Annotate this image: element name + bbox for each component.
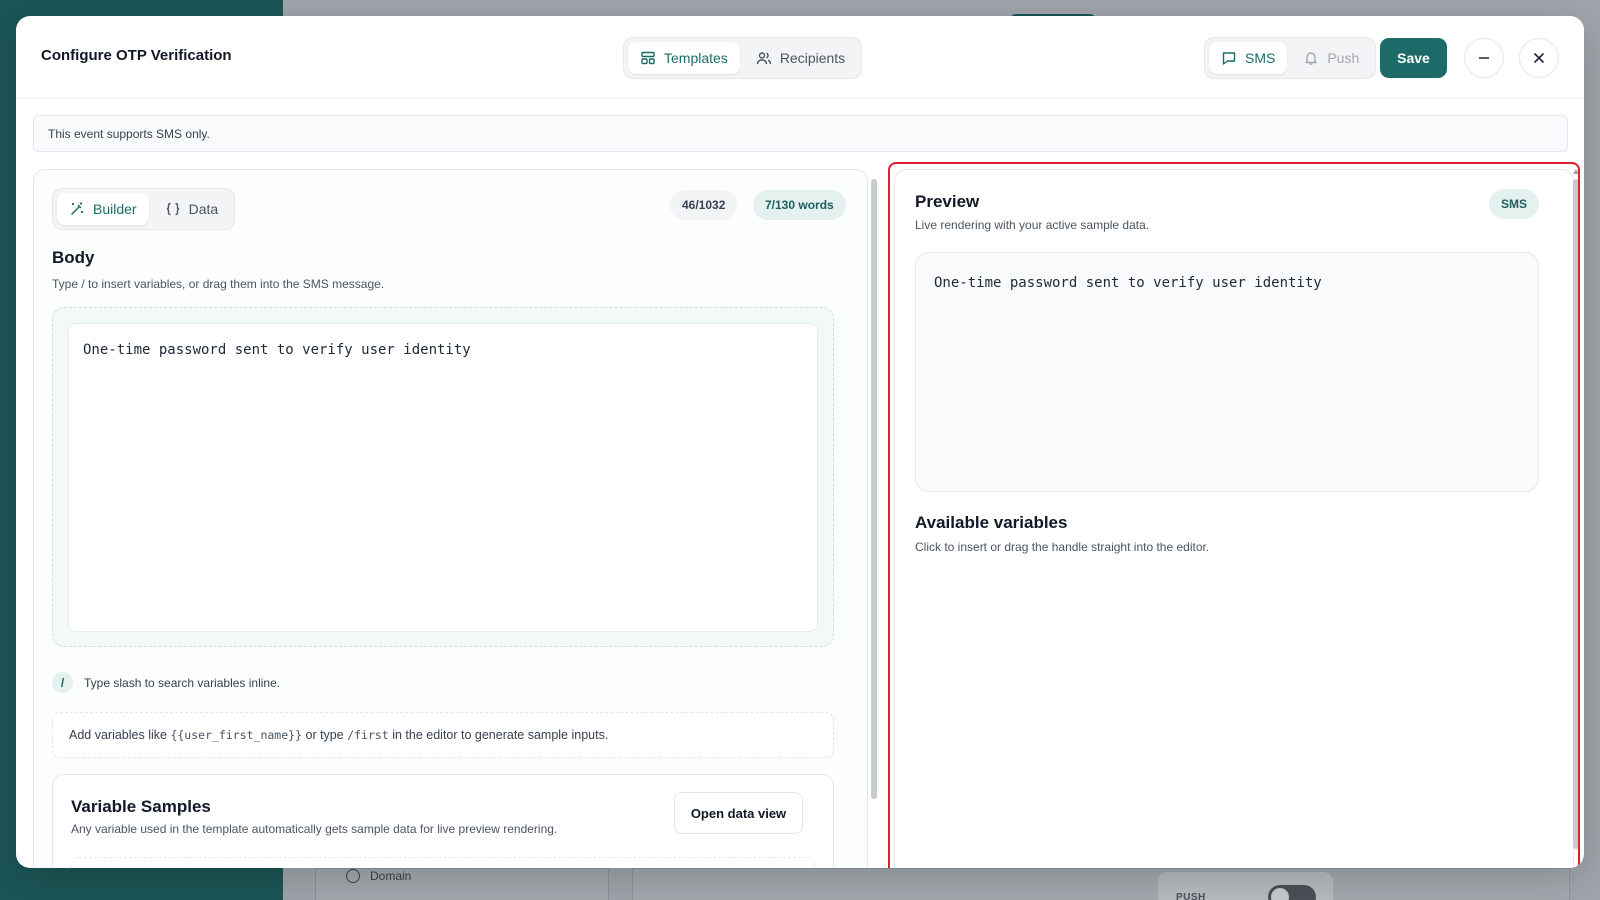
mode-builder-label: Builder <box>93 201 137 217</box>
braces-icon <box>165 201 181 217</box>
channel-tabs: SMS Push <box>1204 37 1377 79</box>
sms-body-editor[interactable]: One-time password sent to verify user id… <box>68 323 818 632</box>
layout-template-icon <box>640 50 656 66</box>
minimize-button[interactable] <box>1464 38 1504 78</box>
wand-icon <box>69 201 85 217</box>
minus-icon <box>1476 50 1492 66</box>
mode-builder[interactable]: Builder <box>57 193 149 225</box>
body-section-subtitle: Type / to insert variables, or drag them… <box>52 277 385 291</box>
backdrop-domain-label: Domain <box>370 869 412 883</box>
tab-recipients[interactable]: Recipients <box>744 42 857 74</box>
mode-data-label: Data <box>188 201 219 217</box>
mode-data[interactable]: Data <box>153 193 231 225</box>
tab-templates[interactable]: Templates <box>628 42 740 74</box>
tab-recipients-label: Recipients <box>779 50 846 66</box>
message-square-icon <box>1221 50 1237 66</box>
channel-push[interactable]: Push <box>1291 42 1371 74</box>
slash-badge: / <box>52 672 73 693</box>
editor-scrollbar[interactable] <box>870 169 878 868</box>
bell-icon <box>1303 50 1319 66</box>
hint-middle: or type <box>302 728 348 742</box>
open-data-view-button[interactable]: Open data view <box>674 792 803 834</box>
slash-hint-row: / Type slash to search variables inline. <box>52 672 280 693</box>
variable-samples-list <box>71 857 815 868</box>
character-count-badge: 46/1032 <box>670 190 738 220</box>
word-count-badge: 7/130 words <box>753 190 846 220</box>
hint-suffix: in the editor to generate sample inputs. <box>388 728 609 742</box>
globe-icon <box>346 869 360 883</box>
users-icon <box>756 50 772 66</box>
backdrop-push-toggle <box>1268 885 1316 900</box>
hint-prefix: Add variables like <box>69 728 171 742</box>
editor-panel: Builder Data 46/1032 7/130 words Body Ty… <box>33 169 868 868</box>
save-button[interactable]: Save <box>1380 38 1447 78</box>
backdrop-card-right <box>632 868 1570 900</box>
variable-samples-title: Variable Samples <box>71 797 211 816</box>
configure-modal: Configure OTP Verification Templates Rec… <box>16 16 1584 868</box>
backdrop-domain-item: Domain <box>346 869 411 883</box>
editor-mode-tabs: Builder Data <box>52 188 236 230</box>
channel-sms[interactable]: SMS <box>1209 42 1288 74</box>
close-icon <box>1531 50 1547 66</box>
modal-header: Configure OTP Verification Templates Rec… <box>16 16 1584 99</box>
variable-samples-card: Variable Samples Any variable used in th… <box>52 774 834 868</box>
main-tabs: Templates Recipients <box>623 37 863 79</box>
tab-templates-label: Templates <box>664 50 728 66</box>
channel-sms-label: SMS <box>1245 50 1276 66</box>
channel-push-label: Push <box>1327 50 1360 66</box>
preview-highlight-outline <box>888 162 1580 868</box>
variable-samples-subtitle: Any variable used in the template automa… <box>71 822 558 836</box>
hint-code-slash: /first <box>347 728 389 742</box>
editor-scrollbar-thumb[interactable] <box>871 179 877 799</box>
body-section-title: Body <box>52 248 95 267</box>
modal-title: Configure OTP Verification <box>41 47 232 64</box>
sms-only-notice: This event supports SMS only. <box>33 115 1568 152</box>
slash-hint-text: Type slash to search variables inline. <box>84 675 281 690</box>
editor-dropzone: One-time password sent to verify user id… <box>52 307 834 647</box>
variables-hint: Add variables like {{user_first_name}} o… <box>52 712 834 758</box>
close-button[interactable] <box>1519 38 1559 78</box>
hint-code-variable: {{user_first_name}} <box>170 728 303 742</box>
